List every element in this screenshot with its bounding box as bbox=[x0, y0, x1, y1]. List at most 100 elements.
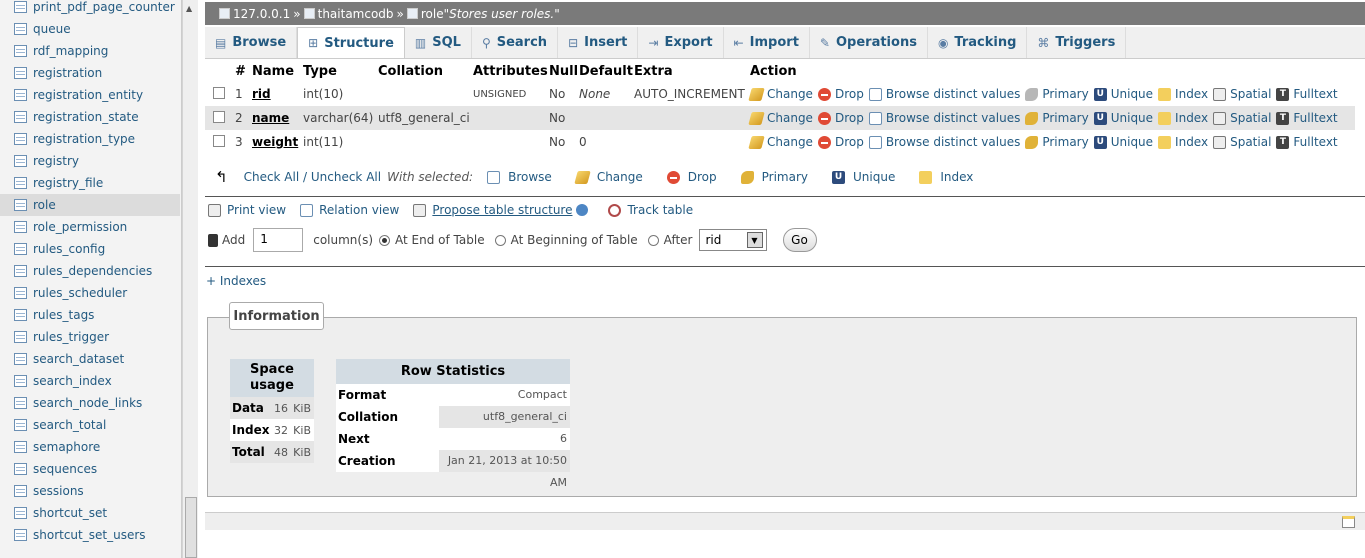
sidebar-item-label[interactable]: shortcut_set_users bbox=[33, 528, 146, 542]
sidebar-item-rules_dependencies[interactable]: rules_dependencies bbox=[0, 260, 180, 282]
bulk-browse-button[interactable]: Browse bbox=[487, 170, 552, 184]
sidebar-item-registry[interactable]: registry bbox=[0, 150, 180, 172]
sidebar-item-label[interactable]: queue bbox=[33, 22, 71, 36]
tab-label[interactable]: Tracking bbox=[954, 35, 1016, 50]
server-label[interactable]: 127.0.0.1 bbox=[233, 7, 290, 21]
after-field-select[interactable]: rid ▼ bbox=[698, 229, 767, 251]
bulk-change-button[interactable]: Change bbox=[574, 170, 643, 184]
sidebar-scrollbar[interactable]: ▲ bbox=[182, 0, 198, 558]
sidebar-item-sequences[interactable]: sequences bbox=[0, 458, 180, 480]
index-action[interactable]: Index bbox=[1158, 135, 1208, 149]
sidebar-item-registration[interactable]: registration bbox=[0, 62, 180, 84]
sidebar-item-label[interactable]: sequences bbox=[33, 462, 97, 476]
breadcrumb-table[interactable]: role bbox=[406, 7, 444, 21]
tab-browse[interactable]: ▤ Browse bbox=[205, 27, 298, 58]
sidebar-item-semaphore[interactable]: semaphore bbox=[0, 436, 180, 458]
sidebar-item-print_pdf_page_counter[interactable]: print_pdf_page_counter bbox=[0, 0, 180, 18]
sidebar-item-registry_file[interactable]: registry_file bbox=[0, 172, 180, 194]
sidebar-item-registration_type[interactable]: registration_type bbox=[0, 128, 180, 150]
sidebar-item-rdf_mapping[interactable]: rdf_mapping bbox=[0, 40, 180, 62]
tab-triggers[interactable]: ⌘ Triggers bbox=[1027, 27, 1127, 58]
tab-label[interactable]: SQL bbox=[432, 35, 461, 50]
tab-export[interactable]: ⇥ Export bbox=[638, 27, 724, 58]
primary-action[interactable]: Primary bbox=[1025, 111, 1089, 125]
tab-label[interactable]: Import bbox=[750, 35, 799, 50]
tab-insert[interactable]: ⊟ Insert bbox=[558, 27, 639, 58]
row-checkbox[interactable] bbox=[213, 110, 225, 123]
relation-view-link[interactable]: Relation view bbox=[300, 203, 399, 217]
sidebar-item-label[interactable]: registry_file bbox=[33, 176, 103, 190]
sidebar-item-search_index[interactable]: search_index bbox=[0, 370, 180, 392]
track-table-link[interactable]: Track table bbox=[608, 203, 693, 217]
browse-distinct-action[interactable]: Browse distinct values bbox=[868, 135, 1020, 149]
tab-label[interactable]: Structure bbox=[324, 36, 394, 51]
row-checkbox[interactable] bbox=[213, 134, 225, 147]
sidebar-item-label[interactable]: rules_tags bbox=[33, 308, 94, 322]
drop-action[interactable]: Drop bbox=[817, 135, 864, 149]
sidebar-item-rules_config[interactable]: rules_config bbox=[0, 238, 180, 260]
drop-action[interactable]: Drop bbox=[817, 87, 864, 101]
at-end-radio[interactable] bbox=[379, 234, 391, 246]
table-label[interactable]: role bbox=[421, 7, 444, 21]
fulltext-action[interactable]: T Fulltext bbox=[1276, 87, 1338, 101]
primary-action[interactable]: Primary bbox=[1025, 135, 1089, 149]
tab-label[interactable]: Insert bbox=[584, 35, 627, 50]
index-action[interactable]: Index bbox=[1158, 87, 1208, 101]
console-icon[interactable] bbox=[1342, 516, 1355, 528]
bulk-unique-button[interactable]: U Unique bbox=[832, 170, 895, 184]
sidebar-item-shortcut_set[interactable]: shortcut_set bbox=[0, 502, 180, 524]
sidebar-item-label[interactable]: registry bbox=[33, 154, 79, 168]
browse-distinct-action[interactable]: Browse distinct values bbox=[868, 111, 1020, 125]
sidebar-item-rules_trigger[interactable]: rules_trigger bbox=[0, 326, 180, 348]
unique-action[interactable]: U Unique bbox=[1093, 87, 1153, 101]
header-name[interactable]: Name bbox=[252, 64, 303, 79]
column-count-input[interactable]: 1 bbox=[253, 228, 304, 252]
primary-action[interactable]: Primary bbox=[1025, 87, 1089, 101]
tab-search[interactable]: ⚲ Search bbox=[472, 27, 559, 58]
tab-label[interactable]: Triggers bbox=[1055, 35, 1115, 50]
spatial-action[interactable]: Spatial bbox=[1213, 135, 1271, 149]
tab-label[interactable]: Browse bbox=[232, 35, 286, 50]
bulk-drop-button[interactable]: Drop bbox=[666, 170, 717, 184]
sidebar-item-label[interactable]: role_permission bbox=[33, 220, 127, 234]
sidebar-item-label[interactable]: registration_state bbox=[33, 110, 139, 124]
sidebar-item-registration_entity[interactable]: registration_entity bbox=[0, 84, 180, 106]
sidebar-item-rules_tags[interactable]: rules_tags bbox=[0, 304, 180, 326]
sidebar-item-label[interactable]: rules_config bbox=[33, 242, 105, 256]
tab-structure[interactable]: ⊞ Structure bbox=[297, 27, 405, 58]
field-name[interactable]: name bbox=[252, 111, 303, 125]
check-all-link[interactable]: Check All / Uncheck All bbox=[244, 170, 382, 184]
sidebar-item-queue[interactable]: queue bbox=[0, 18, 180, 40]
sidebar-item-label[interactable]: search_index bbox=[33, 374, 112, 388]
sidebar-item-label[interactable]: shortcut_set bbox=[33, 506, 107, 520]
sidebar-item-label[interactable]: rdf_mapping bbox=[33, 44, 108, 58]
after-radio[interactable] bbox=[647, 234, 659, 246]
fulltext-action[interactable]: T Fulltext bbox=[1276, 111, 1338, 125]
tab-operations[interactable]: ✎ Operations bbox=[810, 27, 928, 58]
after-label[interactable]: After bbox=[664, 233, 693, 247]
sidebar-item-shortcut_set_users[interactable]: shortcut_set_users bbox=[0, 524, 180, 546]
sidebar-item-rules_scheduler[interactable]: rules_scheduler bbox=[0, 282, 180, 304]
breadcrumb-database[interactable]: thaitamcodb bbox=[303, 7, 394, 21]
bulk-primary-button[interactable]: Primary bbox=[740, 170, 808, 184]
sidebar-item-label[interactable]: search_total bbox=[33, 418, 106, 432]
sidebar-item-registration_state[interactable]: registration_state bbox=[0, 106, 180, 128]
print-view-link[interactable]: Print view bbox=[208, 203, 286, 217]
field-name[interactable]: rid bbox=[252, 87, 303, 101]
sidebar-item-label[interactable]: role bbox=[33, 198, 56, 212]
sidebar-item-label[interactable]: registration_type bbox=[33, 132, 135, 146]
drop-action[interactable]: Drop bbox=[817, 111, 864, 125]
sidebar-item-sessions[interactable]: sessions bbox=[0, 480, 180, 502]
change-action[interactable]: Change bbox=[748, 135, 813, 149]
index-action[interactable]: Index bbox=[1158, 111, 1208, 125]
sidebar-item-label[interactable]: print_pdf_page_counter bbox=[33, 0, 175, 14]
go-button[interactable]: Go bbox=[782, 228, 817, 252]
bulk-index-button[interactable]: Index bbox=[919, 170, 973, 184]
at-beginning-radio[interactable] bbox=[494, 234, 506, 246]
tab-sql[interactable]: ▥ SQL bbox=[405, 27, 472, 58]
sidebar-item-label[interactable]: rules_dependencies bbox=[33, 264, 152, 278]
tab-import[interactable]: ⇤ Import bbox=[724, 27, 810, 58]
sidebar-item-label[interactable]: registration_entity bbox=[33, 88, 143, 102]
sidebar-item-label[interactable]: search_dataset bbox=[33, 352, 124, 366]
browse-distinct-action[interactable]: Browse distinct values bbox=[868, 87, 1020, 101]
